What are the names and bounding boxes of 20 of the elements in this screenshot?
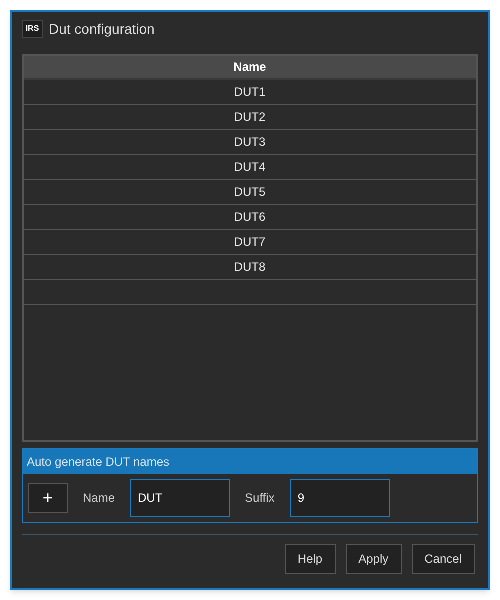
app-logo: IRS xyxy=(22,20,43,38)
table-row[interactable]: DUT5 xyxy=(24,180,476,205)
table-row[interactable]: DUT6 xyxy=(24,205,476,230)
name-field[interactable]: DUT xyxy=(130,479,230,517)
window-title: Dut configuration xyxy=(49,20,155,39)
table-row[interactable]: DUT2 xyxy=(24,105,476,130)
dialog-button[interactable]: Cancel xyxy=(412,544,475,574)
column-header[interactable]: Name xyxy=(24,56,476,80)
name-label: Name xyxy=(83,490,116,507)
dialog-button[interactable]: Apply xyxy=(346,544,402,574)
table-row[interactable]: DUT7 xyxy=(24,230,476,255)
panel-header: Auto generate DUT names xyxy=(23,449,477,474)
table-row[interactable]: DUT1 xyxy=(24,80,476,105)
suffix-label: Suffix xyxy=(245,490,275,507)
add-button[interactable]: + xyxy=(28,483,68,513)
suffix-field[interactable]: 9 xyxy=(290,479,390,517)
table-row[interactable]: DUT8 xyxy=(24,255,476,280)
table-row[interactable]: DUT4 xyxy=(24,155,476,180)
table-row[interactable]: DUT3 xyxy=(24,130,476,155)
dialog-button[interactable]: Help xyxy=(284,544,336,574)
